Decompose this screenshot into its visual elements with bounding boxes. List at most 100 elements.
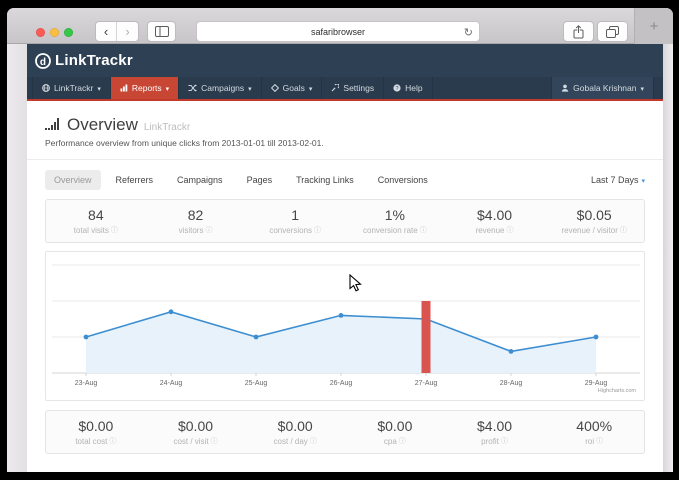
logo-text: LinkTrackr <box>55 52 133 69</box>
range-label: Last 7 Days <box>591 175 639 185</box>
chevron-down-icon: ▾ <box>640 86 644 93</box>
info-icon[interactable]: ⓘ <box>596 436 603 446</box>
tab-tracking-links[interactable]: Tracking Links <box>287 170 363 190</box>
stat-label: visitors <box>179 226 204 235</box>
page-heading: Overview LinkTrackr <box>45 115 645 135</box>
minimize-window-button[interactable] <box>50 28 59 37</box>
stat-cost-day: $0.00 cost / dayⓘ <box>245 411 345 453</box>
plus-icon: + <box>650 18 659 35</box>
tab-campaigns[interactable]: Campaigns <box>168 170 232 190</box>
stat-value: $0.00 <box>78 418 113 434</box>
info-icon[interactable]: ⓘ <box>314 225 321 235</box>
info-icon[interactable]: ⓘ <box>506 225 513 235</box>
svg-text:27-Aug: 27-Aug <box>415 380 438 387</box>
svg-text:?: ? <box>396 86 399 92</box>
info-icon[interactable]: ⓘ <box>310 436 317 446</box>
zoom-window-button[interactable] <box>64 28 73 37</box>
stat-label: total cost <box>75 437 107 446</box>
refresh-icon[interactable]: ↻ <box>464 26 473 39</box>
forward-button[interactable]: › <box>117 22 138 41</box>
stat-value: $0.00 <box>278 418 313 434</box>
chevron-down-icon: ▾ <box>166 86 170 93</box>
chevron-down-icon: ▾ <box>309 86 313 93</box>
sidebar-toggle-button[interactable] <box>147 21 176 42</box>
tab-overview[interactable]: Overview <box>45 170 101 190</box>
info-icon[interactable]: ⓘ <box>420 225 427 235</box>
stat-total-cost: $0.00 total costⓘ <box>46 411 146 453</box>
stat-value: $0.00 <box>377 418 412 434</box>
info-icon[interactable]: ⓘ <box>205 225 212 235</box>
stat-value: 1 <box>291 207 299 223</box>
nav-label: Campaigns <box>201 83 244 93</box>
stat-revenue-visitor: $0.05 revenue / visitorⓘ <box>544 200 644 242</box>
overview-chart-icon <box>45 117 61 131</box>
page-title: Overview <box>67 115 138 135</box>
nav-item-help[interactable]: ? Help <box>384 77 432 99</box>
svg-text:d: d <box>40 57 46 68</box>
stat-label: cost / day <box>274 437 308 446</box>
nav-item-campaigns[interactable]: Campaigns ▾ <box>179 77 262 99</box>
info-icon[interactable]: ⓘ <box>620 225 627 235</box>
share-button[interactable] <box>563 21 594 42</box>
stat-cost-visit: $0.00 cost / visitⓘ <box>146 411 246 453</box>
url-text: safaribrowser <box>311 27 365 37</box>
new-tab-button[interactable]: + <box>634 8 673 44</box>
window-edge-left <box>7 44 27 472</box>
globe-icon <box>42 84 50 92</box>
nav-label: Help <box>405 83 422 93</box>
chevron-down-icon: ▾ <box>97 86 101 93</box>
svg-text:25-Aug: 25-Aug <box>245 380 268 387</box>
section-divider <box>27 159 663 160</box>
info-icon[interactable]: ⓘ <box>399 436 406 446</box>
bar-chart-icon <box>120 84 128 92</box>
info-icon[interactable]: ⓘ <box>211 436 218 446</box>
shuffle-icon <box>188 84 197 92</box>
visits-chart[interactable]: 23-Aug24-Aug25-Aug26-Aug27-Aug28-Aug29-A… <box>45 251 645 401</box>
stat-label: conversion rate <box>363 226 418 235</box>
nav-label: Reports <box>132 83 162 93</box>
stat-label: revenue / visitor <box>561 226 617 235</box>
stat-revenue: $4.00 revenueⓘ <box>445 200 545 242</box>
app-logo[interactable]: d LinkTrackr <box>34 52 133 70</box>
wrench-icon <box>331 84 339 92</box>
stat-conversion-rate: 1% conversion rateⓘ <box>345 200 445 242</box>
date-range-selector[interactable]: Last 7 Days ▾ <box>591 175 645 185</box>
stat-label: profit <box>481 437 499 446</box>
stat-cpa: $0.00 cpaⓘ <box>345 411 445 453</box>
info-icon[interactable]: ⓘ <box>501 436 508 446</box>
info-icon[interactable]: ⓘ <box>111 225 118 235</box>
stat-visitors: 82 visitorsⓘ <box>146 200 246 242</box>
tab-referrers[interactable]: Referrers <box>107 170 163 190</box>
nav-item-goals[interactable]: Goals ▾ <box>262 77 323 99</box>
svg-text:23-Aug: 23-Aug <box>75 380 98 387</box>
user-menu[interactable]: Gobala Krishnan ▾ <box>551 77 654 99</box>
report-tabs: Overview Referrers Campaigns Pages Track… <box>45 170 645 190</box>
page-title-suffix: LinkTrackr <box>144 122 190 133</box>
stat-label: conversions <box>269 226 312 235</box>
mouse-cursor <box>349 274 362 293</box>
nav-item-reports[interactable]: Reports ▾ <box>111 77 179 99</box>
stat-value: 82 <box>188 207 204 223</box>
svg-text:29-Aug: 29-Aug <box>585 380 608 387</box>
nav-item-linktrackr[interactable]: LinkTrackr ▾ <box>32 77 111 99</box>
tab-conversions[interactable]: Conversions <box>369 170 437 190</box>
back-button[interactable]: ‹ <box>96 22 117 41</box>
stat-value: 1% <box>385 207 405 223</box>
tab-overview-button[interactable] <box>597 21 628 42</box>
stats-bottom: $0.00 total costⓘ $0.00 cost / visitⓘ $0… <box>45 410 645 454</box>
svg-text:Highcharts.com: Highcharts.com <box>598 388 637 394</box>
history-nav-group: ‹ › <box>95 21 139 42</box>
browser-titlebar: ‹ › safaribrowser ↻ <box>7 8 673 44</box>
nav-item-settings[interactable]: Settings <box>322 77 384 99</box>
app-navbar: LinkTrackr ▾ Reports ▾ <box>27 77 663 101</box>
svg-text:26-Aug: 26-Aug <box>330 380 353 387</box>
stat-label: cost / visit <box>173 437 208 446</box>
nav-label: Goals <box>283 83 305 93</box>
chevron-down-icon: ▾ <box>641 178 645 185</box>
tab-pages[interactable]: Pages <box>238 170 282 190</box>
address-bar[interactable]: safaribrowser ↻ <box>196 21 480 42</box>
info-icon[interactable]: ⓘ <box>109 436 116 446</box>
stat-value: $0.05 <box>577 207 612 223</box>
user-name: Gobala Krishnan <box>573 83 636 93</box>
close-window-button[interactable] <box>36 28 45 37</box>
